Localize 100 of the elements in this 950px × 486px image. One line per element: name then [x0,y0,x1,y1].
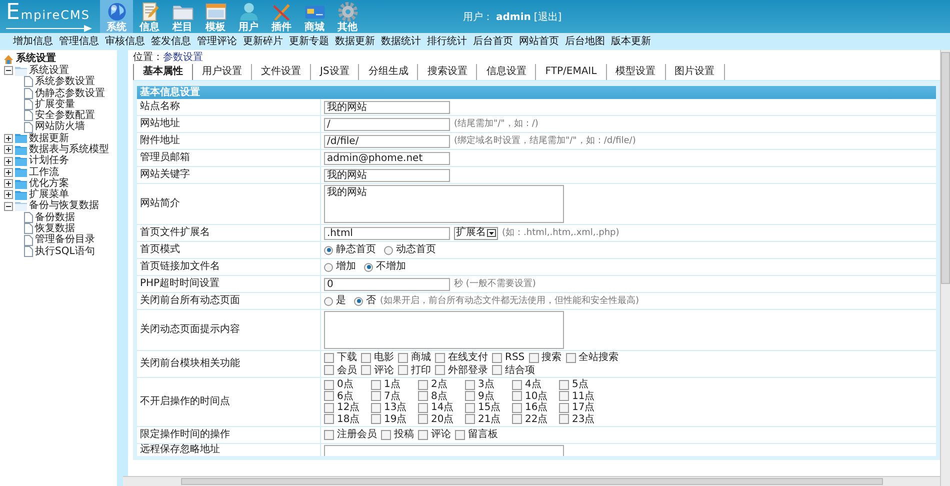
tree-item[interactable]: 优化方案 [0,178,117,190]
tree-item[interactable]: 恢复数据 [0,223,117,234]
checkbox[interactable] [512,414,522,424]
input-field[interactable]: / [324,118,450,130]
checkbox[interactable] [398,352,408,363]
expander-icon[interactable] [4,145,13,154]
checkbox[interactable] [324,365,334,376]
sub-navigation-link[interactable]: 管理信息 [59,36,99,48]
tab[interactable]: 用户设置 [193,64,252,80]
checkbox[interactable] [324,402,334,413]
sub-navigation-link[interactable]: 后台首页 [473,36,513,48]
input-field[interactable]: 0 [324,278,450,290]
checkbox[interactable] [559,414,569,424]
radio-button[interactable] [324,296,333,306]
sub-navigation-link[interactable]: 签发信息 [151,36,191,48]
sub-navigation-link[interactable]: 后台地图 [565,36,605,48]
radio-button[interactable] [364,262,373,272]
tree-item[interactable]: 备份数据 [0,212,117,224]
sub-navigation-link[interactable]: 版本更新 [611,36,651,48]
sub-navigation-link[interactable]: 增加信息 [13,36,53,48]
tree-item[interactable]: 扩展菜单 [0,189,117,201]
checkbox[interactable] [418,430,428,440]
sub-navigation-link[interactable]: 更新碎片 [243,36,283,48]
tree-item[interactable]: 计划任务 [0,155,117,167]
expander-icon[interactable] [4,156,13,166]
checkbox[interactable] [559,391,569,402]
tree-item[interactable]: 扩展变量 [0,98,117,110]
tree-item[interactable]: 备份与恢复数据 [0,200,117,212]
checkbox[interactable] [559,402,569,413]
input-field[interactable]: admin@phome.net [324,152,450,164]
sub-navigation-link[interactable]: 审核信息 [105,36,145,48]
checkbox[interactable] [455,430,465,440]
expander-icon[interactable] [4,202,13,211]
tree-item[interactable]: 网站防火墙 [0,121,117,133]
expander-icon[interactable] [4,190,13,200]
checkbox[interactable] [566,352,576,363]
checkbox[interactable] [324,352,334,363]
tree-item[interactable]: 系统参数设置 [0,76,117,88]
checkbox[interactable] [371,391,381,402]
checkbox[interactable] [371,380,381,390]
tab[interactable]: 图片设置 [666,64,725,80]
checkbox[interactable] [324,391,334,402]
checkbox[interactable] [512,380,522,390]
expander-icon[interactable] [4,134,13,143]
checkbox[interactable] [435,352,445,363]
tree-item[interactable]: 安全参数配置 [0,110,117,122]
checkbox[interactable] [492,352,502,363]
checkbox[interactable] [418,402,428,413]
tree-item[interactable]: 管理备份目录 [0,234,117,246]
checkbox[interactable] [465,391,475,402]
tab[interactable]: 搜索设置 [418,64,478,80]
tab[interactable]: 信息设置 [477,64,536,80]
checkbox[interactable] [492,365,502,376]
tab[interactable]: 基本属性 [133,64,193,80]
checkbox[interactable] [512,391,522,402]
tab[interactable]: 分组生成 [359,64,418,80]
sub-navigation-link[interactable]: 数据更新 [335,36,375,48]
tree-item[interactable]: 执行SQL语句 [0,246,117,258]
radio-button[interactable] [324,262,333,272]
text-area[interactable]: 我的网站 [324,185,564,223]
input-field[interactable]: 我的网站 [324,100,450,114]
checkbox[interactable] [324,380,334,390]
horizontal-scrollbar[interactable] [123,476,940,486]
sub-navigation-link[interactable]: 管理评论 [197,36,237,48]
sub-navigation-link[interactable]: 更新专题 [289,36,329,48]
checkbox[interactable] [371,414,381,424]
checkbox[interactable] [528,352,539,363]
checkbox[interactable] [371,402,381,413]
tree-item[interactable]: 伪静态参数设置 [0,88,117,99]
dropdown[interactable]: 扩展名 [454,226,498,240]
checkbox[interactable] [324,414,334,424]
checkbox[interactable] [361,365,371,376]
expander-icon[interactable] [4,66,13,76]
tree-item[interactable]: 数据更新 [0,132,117,144]
checkbox[interactable] [559,380,569,390]
checkbox[interactable] [435,365,445,376]
tab[interactable]: FTP/EMAIL [536,64,607,80]
tree-item[interactable]: 数据表与系统模型 [0,144,117,156]
input-field[interactable]: /d/file/ [324,134,450,148]
tree-item[interactable]: 工作流 [0,166,117,178]
sub-navigation-link[interactable]: 数据统计 [381,36,421,48]
checkbox[interactable] [465,380,475,390]
radio-button[interactable] [324,246,333,254]
vertical-scrollbar[interactable] [940,50,950,486]
sub-navigation-link[interactable]: 排行统计 [427,36,467,48]
tab[interactable]: 模型设置 [606,64,666,80]
radio-button[interactable] [384,246,393,254]
expander-icon[interactable] [4,179,13,188]
checkbox[interactable] [512,402,522,413]
checkbox[interactable] [324,430,334,440]
tab[interactable]: 文件设置 [252,64,311,80]
input-field[interactable]: .html [324,226,450,240]
text-area[interactable] [324,311,564,349]
sub-navigation-link[interactable]: 网站首页 [519,36,559,48]
checkbox[interactable] [381,430,391,440]
tree-item[interactable]: 系统设置 [0,65,117,76]
checkbox[interactable] [465,414,475,424]
checkbox[interactable] [418,391,428,402]
text-area[interactable] [324,445,564,456]
checkbox[interactable] [418,414,428,424]
